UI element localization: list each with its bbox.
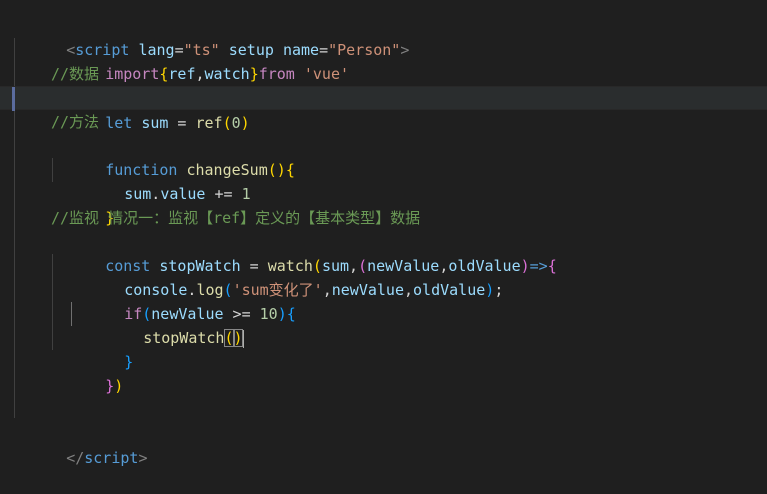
code-line-2[interactable]: import{ref,watch}from 'vue' [0, 38, 767, 83]
code-line-11[interactable]: console.log('sum变化了',newValue,oldValue); [0, 254, 767, 299]
code-editor[interactable]: <script lang="ts" setup name="Person"> i… [0, 0, 767, 467]
code-line-5[interactable]: //方法 [0, 110, 767, 134]
code-line-8[interactable]: } [0, 182, 767, 227]
code-line-17[interactable] [0, 398, 767, 422]
code-line-13[interactable]: stopWatch() [0, 302, 767, 348]
code-line-3[interactable]: //数据 [0, 62, 767, 86]
script-tag-name: script [84, 449, 139, 467]
code-line-9[interactable]: //监视 情况一：监视【ref】定义的【基本类型】数据 [0, 206, 767, 230]
code-line-18[interactable]: </script> [0, 422, 767, 467]
code-line-12[interactable]: if(newValue >= 10){ [0, 278, 767, 323]
comment-watch-case-one: //监视 情况一：监视【ref】定义的【基本类型】数据 [51, 209, 421, 227]
code-line-4-current[interactable]: let sum = ref(0) [0, 86, 767, 132]
tag-open-bracket: </ [66, 449, 85, 467]
code-line-16[interactable] [0, 374, 767, 398]
tag-close-bracket: > [138, 449, 148, 467]
code-line-1[interactable]: <script lang="ts" setup name="Person"> [0, 14, 767, 59]
code-line-10[interactable]: const stopWatch = watch(sum,(newValue,ol… [0, 230, 767, 275]
comment-data: //数据 [51, 65, 100, 83]
code-line-14[interactable]: } [0, 326, 767, 371]
code-line-6[interactable]: function changeSum(){ [0, 134, 767, 179]
code-line-15[interactable]: }) [0, 350, 767, 395]
comment-method: //方法 [51, 113, 100, 131]
current-line-marker [12, 87, 15, 111]
code-line-7[interactable]: sum.value += 1 [0, 158, 767, 203]
